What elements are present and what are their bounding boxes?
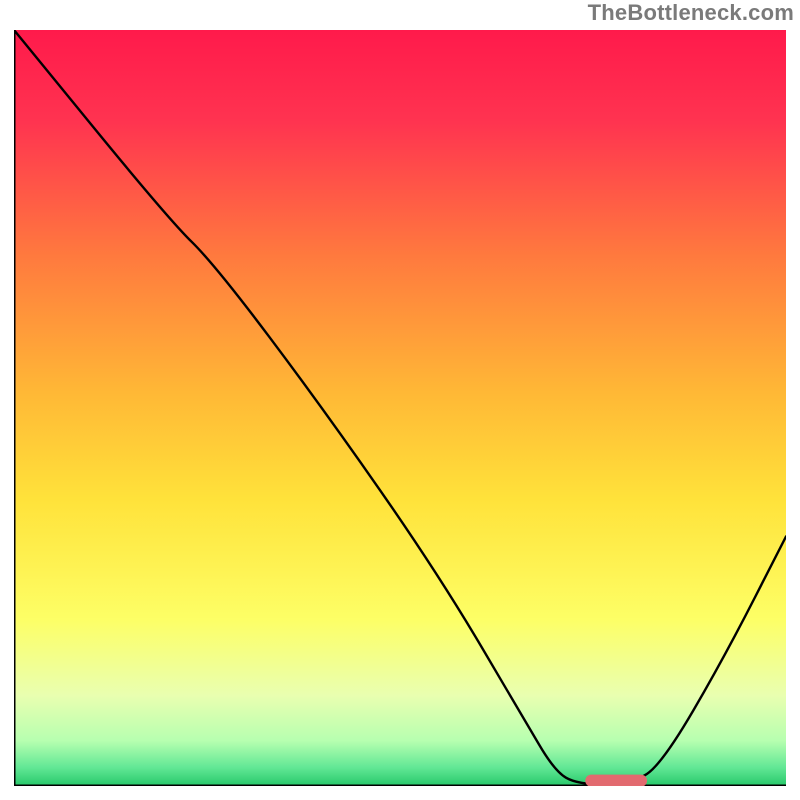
watermark-label: TheBottleneck.com xyxy=(588,0,794,26)
bottleneck-chart xyxy=(14,30,786,786)
optimal-range-marker xyxy=(585,775,647,786)
gradient-background xyxy=(14,30,786,786)
chart-container: TheBottleneck.com xyxy=(0,0,800,800)
plot-area xyxy=(14,30,786,786)
